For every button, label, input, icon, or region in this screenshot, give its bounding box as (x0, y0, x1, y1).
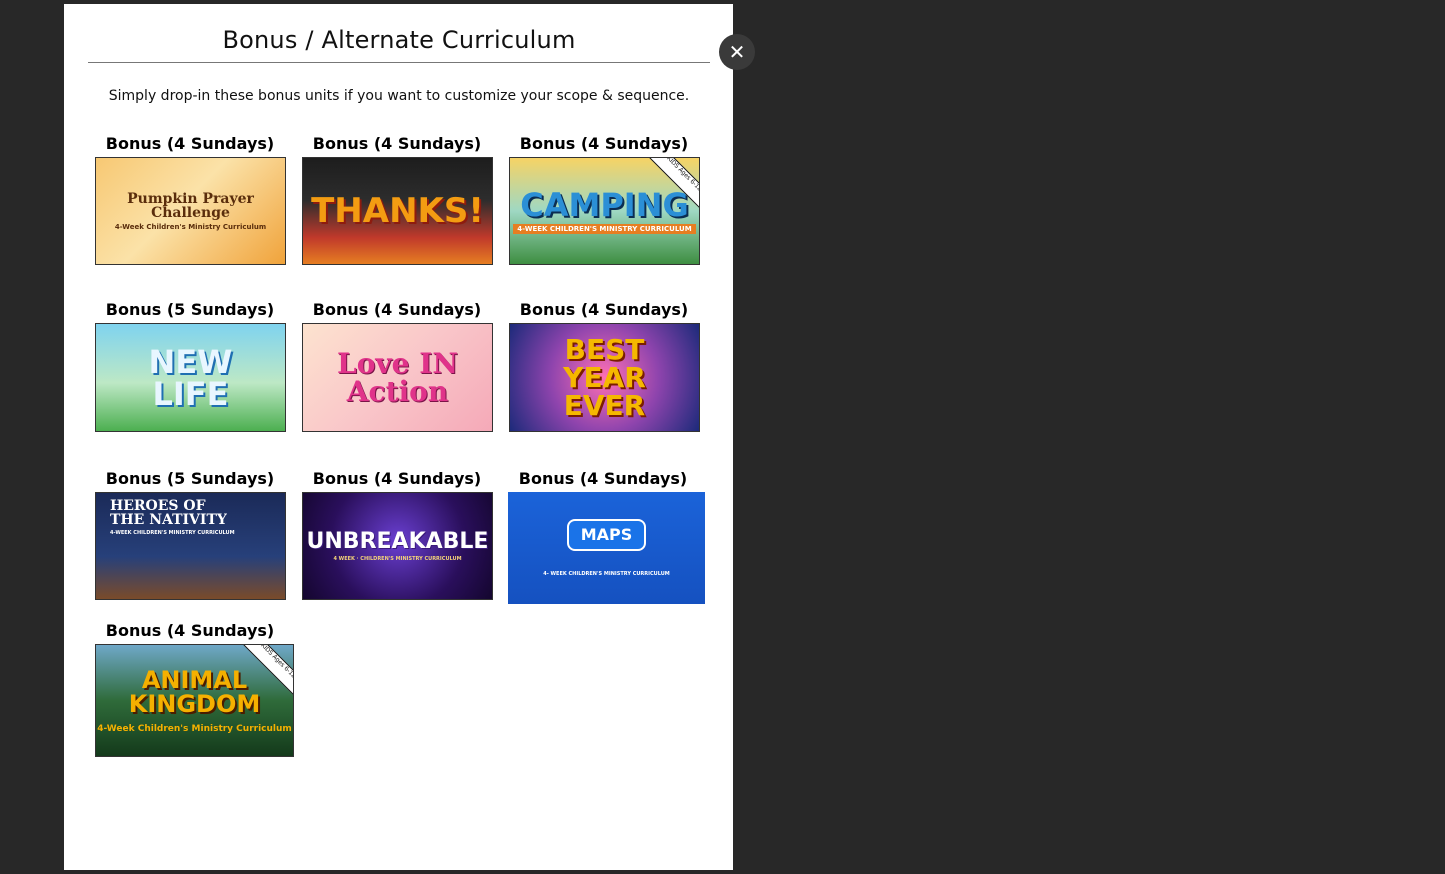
close-button[interactable]: ✕ (719, 34, 755, 70)
tile-heading: Bonus (4 Sundays) (518, 469, 688, 488)
tile-thanks[interactable]: Bonus (4 Sundays) THANKS! (302, 134, 502, 265)
tile-heading: Bonus (5 Sundays) (105, 469, 275, 488)
best-year-ever-thumbnail[interactable]: BEST YEAR EVER (509, 323, 700, 432)
tile-unbreakable[interactable]: Bonus (4 Sundays) UNBREAKABLE 4 WEEK · C… (302, 469, 502, 600)
heroes-nativity-thumbnail[interactable]: HEROES OF THE NATIVITY 4-WEEK CHILDREN'S… (95, 492, 286, 600)
curriculum-modal: Bonus / Alternate Curriculum Simply drop… (64, 4, 733, 870)
tile-pumpkin-prayer[interactable]: Bonus (4 Sundays) Pumpkin Prayer Challen… (95, 134, 295, 265)
modal-subtitle: Simply drop-in these bonus units if you … (108, 88, 690, 104)
tile-heading: Bonus (4 Sundays) (105, 134, 275, 153)
tile-heading: Bonus (4 Sundays) (519, 134, 689, 153)
tile-animal-kingdom[interactable]: Bonus (4 Sundays) ANIMAL KINGDOM 4-Week … (95, 621, 295, 757)
tile-heading: Bonus (4 Sundays) (519, 300, 689, 319)
tile-maps[interactable]: Bonus (4 Sundays) MAPS 4- WEEK CHILDREN'… (508, 469, 708, 604)
close-icon: ✕ (728, 40, 746, 64)
tile-heading: Bonus (4 Sundays) (312, 469, 482, 488)
maps-thumbnail[interactable]: MAPS 4- WEEK CHILDREN'S MINISTRY CURRICU… (508, 492, 705, 604)
animal-kingdom-thumbnail[interactable]: ANIMAL KINGDOM 4-Week Children's Ministr… (95, 644, 294, 757)
tile-new-life[interactable]: Bonus (5 Sundays) NEW LIFE (95, 300, 295, 432)
pumpkin-prayer-thumbnail[interactable]: Pumpkin Prayer Challenge 4-Week Children… (95, 157, 286, 265)
tile-love-in-action[interactable]: Bonus (4 Sundays) Love IN Action (302, 300, 502, 432)
tile-heading: Bonus (4 Sundays) (105, 621, 275, 640)
unbreakable-thumbnail[interactable]: UNBREAKABLE 4 WEEK · CHILDREN'S MINISTRY… (302, 492, 493, 600)
thanks-thumbnail[interactable]: THANKS! (302, 157, 493, 265)
tile-camping[interactable]: Bonus (4 Sundays) CAMPING 4-WEEK CHILDRE… (509, 134, 709, 265)
modal-title: Bonus / Alternate Curriculum (222, 26, 576, 54)
tile-best-year-ever[interactable]: Bonus (4 Sundays) BEST YEAR EVER (509, 300, 709, 432)
camping-thumbnail[interactable]: CAMPING 4-WEEK CHILDREN'S MINISTRY CURRI… (509, 157, 700, 265)
title-divider (88, 62, 710, 63)
tile-heading: Bonus (5 Sundays) (105, 300, 275, 319)
new-life-thumbnail[interactable]: NEW LIFE (95, 323, 286, 432)
tile-heading: Bonus (4 Sundays) (312, 134, 482, 153)
tile-heroes-nativity[interactable]: Bonus (5 Sundays) HEROES OF THE NATIVITY… (95, 469, 295, 600)
love-in-action-thumbnail[interactable]: Love IN Action (302, 323, 493, 432)
tile-heading: Bonus (4 Sundays) (312, 300, 482, 319)
